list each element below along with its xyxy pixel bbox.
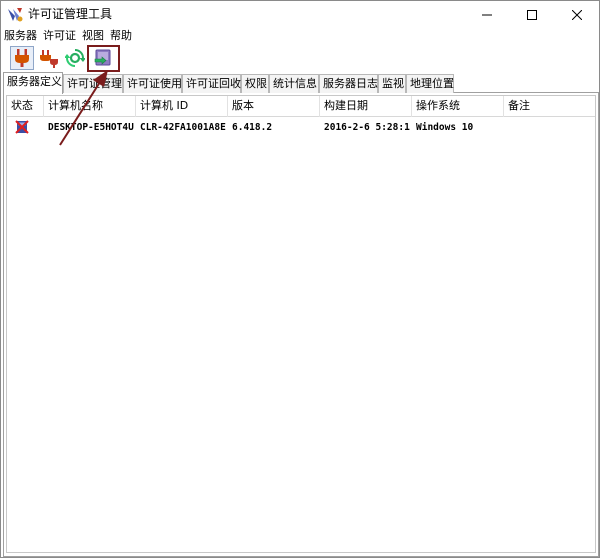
close-button[interactable] — [554, 1, 599, 28]
plug-disconnected-icon — [40, 50, 58, 68]
build-date-cell: 2016-2-6 5:28:1 — [324, 122, 410, 133]
server-list[interactable]: 状态 计算机名称 计算机 ID 版本 构建日期 操作系统 备注 DESKTOP-… — [6, 95, 596, 553]
connect-button[interactable] — [10, 46, 34, 70]
server-disconnected-icon — [15, 120, 29, 134]
app-logo-icon — [7, 7, 23, 23]
tab-server-log[interactable]: 服务器日志 — [319, 74, 378, 93]
main-window: 许可证管理工具 服务器 许可证 视图 帮助 服务器定义 许可证管理 许可证使用 … — [0, 0, 600, 558]
maximize-icon — [526, 9, 537, 20]
os-cell: Windows 10 — [416, 122, 474, 133]
menu-license[interactable]: 许可证 — [40, 29, 79, 43]
note-cell — [504, 118, 595, 137]
refresh-icon — [65, 49, 85, 67]
column-header-version[interactable]: 版本 — [228, 96, 320, 117]
column-header-os[interactable]: 操作系统 — [412, 96, 504, 117]
tab-license-recovery[interactable]: 许可证回收 — [182, 74, 241, 93]
menu-help[interactable]: 帮助 — [107, 29, 135, 43]
table-row[interactable]: DESKTOP-E5HOT4U CLR-42FA1001A8E 6.418.2 … — [7, 118, 595, 137]
status-cell — [7, 118, 44, 137]
window-title: 许可证管理工具 — [28, 7, 113, 21]
column-header-computer-name[interactable]: 计算机名称 — [44, 96, 136, 117]
version-cell: 6.418.2 — [232, 122, 273, 133]
column-header-note[interactable]: 备注 — [504, 96, 595, 117]
tab-permissions[interactable]: 权限 — [241, 74, 269, 93]
tab-license-management[interactable]: 许可证管理 — [63, 74, 123, 93]
toolbar — [1, 44, 599, 72]
tab-strip: 服务器定义 许可证管理 许可证使用 许可证回收 权限 统计信息 服务器日志 监视… — [3, 72, 599, 94]
tab-statistics[interactable]: 统计信息 — [269, 74, 319, 93]
menu-view[interactable]: 视图 — [79, 29, 107, 43]
column-header-status[interactable]: 状态 — [7, 96, 44, 117]
minimize-icon — [481, 14, 492, 15]
title-bar: 许可证管理工具 — [1, 1, 599, 28]
menu-server[interactable]: 服务器 — [1, 29, 40, 43]
refresh-button[interactable] — [63, 46, 87, 70]
minimize-button[interactable] — [464, 1, 509, 28]
tab-license-usage[interactable]: 许可证使用 — [123, 74, 182, 93]
menu-bar: 服务器 许可证 视图 帮助 — [1, 28, 599, 44]
disconnect-button[interactable] — [37, 46, 61, 70]
close-icon — [571, 9, 582, 20]
column-header-computer-id[interactable]: 计算机 ID — [136, 96, 228, 117]
maximize-button[interactable] — [509, 1, 554, 28]
list-header: 状态 计算机名称 计算机 ID 版本 构建日期 操作系统 备注 — [7, 96, 595, 117]
column-header-build-date[interactable]: 构建日期 — [320, 96, 412, 117]
computer-id-cell: CLR-42FA1001A8E — [140, 122, 226, 133]
tab-panel: 状态 计算机名称 计算机 ID 版本 构建日期 操作系统 备注 DESKTOP-… — [3, 93, 599, 557]
tab-geo-location[interactable]: 地理位置 — [406, 74, 454, 93]
highlight-box — [87, 45, 120, 72]
tab-server-definition[interactable]: 服务器定义 — [3, 72, 63, 94]
tab-monitor[interactable]: 监视 — [378, 74, 406, 93]
computer-name-cell: DESKTOP-E5HOT4U — [48, 122, 134, 133]
plug-connected-icon — [15, 49, 29, 67]
